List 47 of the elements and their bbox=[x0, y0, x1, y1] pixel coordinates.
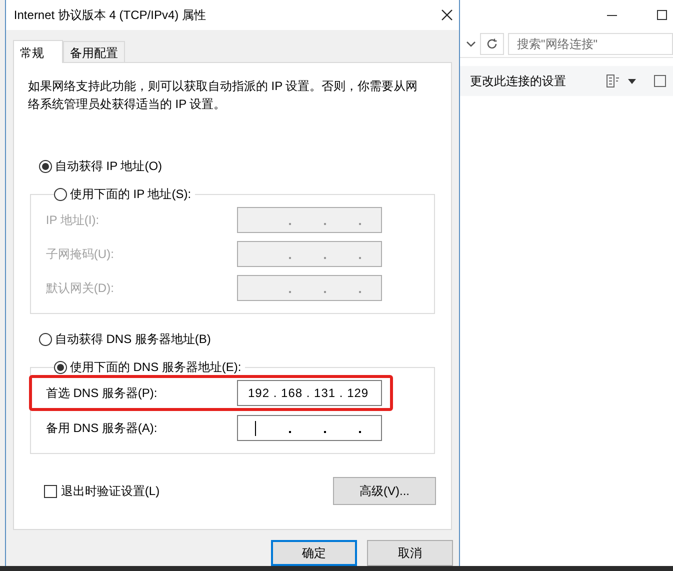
field-label: 默认网关(D): bbox=[46, 280, 114, 297]
radio-button[interactable] bbox=[38, 160, 52, 172]
window-title: Internet 协议版本 4 (TCP/IPv4) 属性 bbox=[14, 7, 206, 24]
description-text: 如果网络支持此功能，则可以获取自动指派的 IP 设置。否则，你需要从网络系统管理员处获得适当的 IP 设置。 bbox=[26, 78, 419, 113]
dot-separator-icon bbox=[359, 290, 361, 292]
advanced-button[interactable]: 高级(V)... bbox=[333, 477, 436, 505]
dot-separator-icon bbox=[289, 430, 291, 432]
dialog-button[interactable]: 确定 bbox=[271, 540, 357, 566]
field-label: IP 地址(I): bbox=[46, 212, 100, 229]
close-icon[interactable] bbox=[441, 9, 453, 21]
dot-separator-icon bbox=[324, 430, 326, 432]
chevron-down-icon[interactable] bbox=[466, 40, 476, 48]
radio-button[interactable] bbox=[38, 332, 52, 346]
caret-icon[interactable] bbox=[628, 78, 636, 84]
ip-address-field[interactable] bbox=[237, 415, 382, 441]
view-options-icon[interactable] bbox=[606, 74, 620, 88]
refresh-icon bbox=[486, 38, 498, 50]
checkbox[interactable] bbox=[44, 484, 57, 498]
maximize-icon[interactable] bbox=[657, 10, 667, 20]
dot-separator-icon bbox=[289, 256, 291, 258]
field-label: 子网掩码(U): bbox=[46, 246, 114, 263]
dot-separator-icon bbox=[324, 290, 326, 292]
radio-label: 使用下面的 DNS 服务器地址(E): bbox=[70, 359, 242, 376]
search-field[interactable]: 搜索"网络连接" bbox=[508, 32, 673, 54]
checkbox-label: 退出时验证设置(L) bbox=[60, 483, 160, 500]
tab[interactable]: 备用配置 bbox=[62, 41, 125, 62]
field-label: 首选 DNS 服务器(P): bbox=[46, 385, 158, 402]
dot-separator-icon bbox=[359, 222, 361, 224]
tab[interactable]: 常规 bbox=[12, 40, 63, 63]
dot-separator-icon bbox=[324, 222, 326, 224]
field-label: 备用 DNS 服务器(A): bbox=[46, 420, 158, 437]
radio-label: 自动获得 DNS 服务器地址(B) bbox=[54, 331, 211, 348]
text-cursor bbox=[255, 420, 256, 436]
radio-label: 自动获得 IP 地址(O) bbox=[54, 158, 162, 175]
pane-icon[interactable] bbox=[654, 75, 666, 87]
dot-separator-icon bbox=[359, 430, 361, 432]
dot-separator-icon bbox=[289, 290, 291, 292]
dot-separator-icon bbox=[359, 256, 361, 258]
minimize-icon[interactable] bbox=[607, 14, 617, 16]
dot-separator-icon bbox=[289, 222, 291, 224]
dot-separator-icon bbox=[324, 256, 326, 258]
refresh-button[interactable] bbox=[480, 32, 504, 54]
radio-button[interactable] bbox=[54, 188, 67, 200]
radio-button[interactable] bbox=[54, 360, 67, 374]
ip-address-field[interactable]: 192 . 168 . 131 . 129 bbox=[237, 380, 382, 406]
radio-label: 使用下面的 IP 地址(S): bbox=[70, 186, 192, 203]
dialog-button[interactable]: 取消 bbox=[367, 540, 453, 566]
